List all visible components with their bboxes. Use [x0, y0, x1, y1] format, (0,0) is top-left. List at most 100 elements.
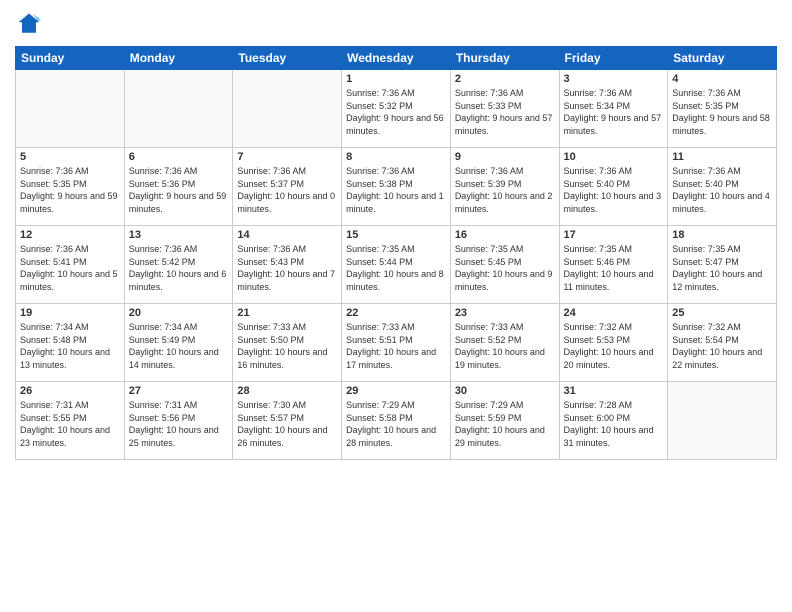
cell-info: Sunrise: 7:36 AMSunset: 5:33 PMDaylight:…: [455, 87, 555, 137]
cell-info: Sunrise: 7:36 AMSunset: 5:32 PMDaylight:…: [346, 87, 446, 137]
day-number: 12: [20, 229, 120, 241]
day-number: 27: [129, 385, 229, 397]
calendar-cell: 30Sunrise: 7:29 AMSunset: 5:59 PMDayligh…: [450, 382, 559, 460]
weekday-header-saturday: Saturday: [668, 47, 777, 70]
cell-info: Sunrise: 7:35 AMSunset: 5:46 PMDaylight:…: [564, 243, 664, 293]
calendar-cell: 15 Sunrise: 7:35 AMSunset: 5:44 PMDayligh…: [342, 226, 451, 304]
cell-info: Sunrise: 7:36 AMSunset: 5:35 PMDaylight:…: [672, 87, 772, 137]
day-number: 7: [237, 151, 337, 163]
calendar-cell: 3 Sunrise: 7:36 AMSunset: 5:34 PMDaylight…: [559, 70, 668, 148]
calendar-cell: 11 Sunrise: 7:36 AMSunset: 5:40 PMDayligh…: [668, 148, 777, 226]
logo: [15, 10, 47, 38]
calendar-cell: 22 Sunrise: 7:33 AMSunset: 5:51 PMDayligh…: [342, 304, 451, 382]
day-number: 22: [346, 307, 446, 319]
header: [15, 10, 777, 38]
calendar-cell: 14Sunrise: 7:36 AMSunset: 5:43 PMDayligh…: [233, 226, 342, 304]
day-number: 11: [672, 151, 772, 163]
calendar-cell: 12 Sunrise: 7:36 AMSunset: 5:41 PMDayligh…: [16, 226, 125, 304]
cell-info: Sunrise: 7:36 AMSunset: 5:36 PMDaylight:…: [129, 165, 229, 215]
cell-info: Sunrise: 7:36 AMSunset: 5:35 PMDaylight:…: [20, 165, 120, 215]
calendar-cell: 7Sunrise: 7:36 AMSunset: 5:37 PMDaylight…: [233, 148, 342, 226]
weekday-header-wednesday: Wednesday: [342, 47, 451, 70]
logo-icon: [15, 10, 43, 38]
day-number: 8: [346, 151, 446, 163]
calendar-cell: 24Sunrise: 7:32 AMSunset: 5:53 PMDayligh…: [559, 304, 668, 382]
cell-info: Sunrise: 7:34 AMSunset: 5:49 PMDaylight:…: [129, 321, 229, 371]
weekday-header-tuesday: Tuesday: [233, 47, 342, 70]
day-number: 16: [455, 229, 555, 241]
weekday-header-row: SundayMondayTuesdayWednesdayThursdayFrid…: [16, 47, 777, 70]
day-number: 26: [20, 385, 120, 397]
weekday-header-thursday: Thursday: [450, 47, 559, 70]
week-row-3: 12 Sunrise: 7:36 AMSunset: 5:41 PMDayligh…: [16, 226, 777, 304]
cell-info: Sunrise: 7:35 AMSunset: 5:44 PMDaylight:…: [346, 243, 446, 293]
calendar-cell: 19 Sunrise: 7:34 AMSunset: 5:48 PMDayligh…: [16, 304, 125, 382]
day-number: 3: [564, 73, 664, 85]
calendar-cell: 8 Sunrise: 7:36 AMSunset: 5:38 PMDaylight…: [342, 148, 451, 226]
cell-info: Sunrise: 7:36 AMSunset: 5:39 PMDaylight:…: [455, 165, 555, 215]
calendar-cell: 31 Sunrise: 7:28 AMSunset: 6:00 PMDayligh…: [559, 382, 668, 460]
week-row-4: 19 Sunrise: 7:34 AMSunset: 5:48 PMDayligh…: [16, 304, 777, 382]
day-number: 18: [672, 229, 772, 241]
calendar-cell: 27 Sunrise: 7:31 AMSunset: 5:56 PMDayligh…: [124, 382, 233, 460]
day-number: 28: [237, 385, 337, 397]
day-number: 23: [455, 307, 555, 319]
calendar-cell: 16Sunrise: 7:35 AMSunset: 5:45 PMDayligh…: [450, 226, 559, 304]
calendar-cell: 29 Sunrise: 7:29 AMSunset: 5:58 PMDayligh…: [342, 382, 451, 460]
calendar-cell: 20 Sunrise: 7:34 AMSunset: 5:49 PMDayligh…: [124, 304, 233, 382]
cell-info: Sunrise: 7:36 AMSunset: 5:40 PMDaylight:…: [672, 165, 772, 215]
day-number: 30: [455, 385, 555, 397]
cell-info: Sunrise: 7:36 AMSunset: 5:38 PMDaylight:…: [346, 165, 446, 215]
cell-info: Sunrise: 7:29 AMSunset: 5:58 PMDaylight:…: [346, 399, 446, 449]
calendar-cell: 23 Sunrise: 7:33 AMSunset: 5:52 PMDayligh…: [450, 304, 559, 382]
day-number: 20: [129, 307, 229, 319]
calendar-cell: 18 Sunrise: 7:35 AMSunset: 5:47 PMDayligh…: [668, 226, 777, 304]
calendar-cell: [124, 70, 233, 148]
cell-info: Sunrise: 7:33 AMSunset: 5:52 PMDaylight:…: [455, 321, 555, 371]
day-number: 19: [20, 307, 120, 319]
calendar-cell: 4 Sunrise: 7:36 AMSunset: 5:35 PMDaylight…: [668, 70, 777, 148]
cell-info: Sunrise: 7:30 AMSunset: 5:57 PMDaylight:…: [237, 399, 337, 449]
day-number: 2: [455, 73, 555, 85]
day-number: 25: [672, 307, 772, 319]
calendar-table: SundayMondayTuesdayWednesdayThursdayFrid…: [15, 46, 777, 460]
cell-info: Sunrise: 7:36 AMSunset: 5:41 PMDaylight:…: [20, 243, 120, 293]
cell-info: Sunrise: 7:31 AMSunset: 5:55 PMDaylight:…: [20, 399, 120, 449]
day-number: 10: [564, 151, 664, 163]
day-number: 14: [237, 229, 337, 241]
day-number: 29: [346, 385, 446, 397]
day-number: 15: [346, 229, 446, 241]
cell-info: Sunrise: 7:34 AMSunset: 5:48 PMDaylight:…: [20, 321, 120, 371]
calendar-cell: 21Sunrise: 7:33 AMSunset: 5:50 PMDayligh…: [233, 304, 342, 382]
cell-info: Sunrise: 7:33 AMSunset: 5:50 PMDaylight:…: [237, 321, 337, 371]
cell-info: Sunrise: 7:28 AMSunset: 6:00 PMDaylight:…: [564, 399, 664, 449]
calendar-cell: 13Sunrise: 7:36 AMSunset: 5:42 PMDayligh…: [124, 226, 233, 304]
cell-info: Sunrise: 7:32 AMSunset: 5:54 PMDaylight:…: [672, 321, 772, 371]
cell-info: Sunrise: 7:31 AMSunset: 5:56 PMDaylight:…: [129, 399, 229, 449]
cell-info: Sunrise: 7:36 AMSunset: 5:40 PMDaylight:…: [564, 165, 664, 215]
day-number: 1: [346, 73, 446, 85]
cell-info: Sunrise: 7:35 AMSunset: 5:47 PMDaylight:…: [672, 243, 772, 293]
day-number: 4: [672, 73, 772, 85]
cell-info: Sunrise: 7:33 AMSunset: 5:51 PMDaylight:…: [346, 321, 446, 371]
cell-info: Sunrise: 7:36 AMSunset: 5:34 PMDaylight:…: [564, 87, 664, 137]
weekday-header-friday: Friday: [559, 47, 668, 70]
calendar-cell: 5 Sunrise: 7:36 AMSunset: 5:35 PMDaylight…: [16, 148, 125, 226]
calendar-cell: 10 Sunrise: 7:36 AMSunset: 5:40 PMDayligh…: [559, 148, 668, 226]
calendar-cell: 2 Sunrise: 7:36 AMSunset: 5:33 PMDaylight…: [450, 70, 559, 148]
day-number: 9: [455, 151, 555, 163]
week-row-1: 1 Sunrise: 7:36 AMSunset: 5:32 PMDaylight…: [16, 70, 777, 148]
weekday-header-sunday: Sunday: [16, 47, 125, 70]
day-number: 17: [564, 229, 664, 241]
calendar-cell: [233, 70, 342, 148]
day-number: 6: [129, 151, 229, 163]
calendar-cell: 6 Sunrise: 7:36 AMSunset: 5:36 PMDaylight…: [124, 148, 233, 226]
week-row-5: 26 Sunrise: 7:31 AMSunset: 5:55 PMDayligh…: [16, 382, 777, 460]
cell-info: Sunrise: 7:32 AMSunset: 5:53 PMDaylight:…: [564, 321, 664, 371]
day-number: 13: [129, 229, 229, 241]
calendar-cell: [668, 382, 777, 460]
day-number: 31: [564, 385, 664, 397]
weekday-header-monday: Monday: [124, 47, 233, 70]
page: SundayMondayTuesdayWednesdayThursdayFrid…: [0, 0, 792, 612]
day-number: 5: [20, 151, 120, 163]
